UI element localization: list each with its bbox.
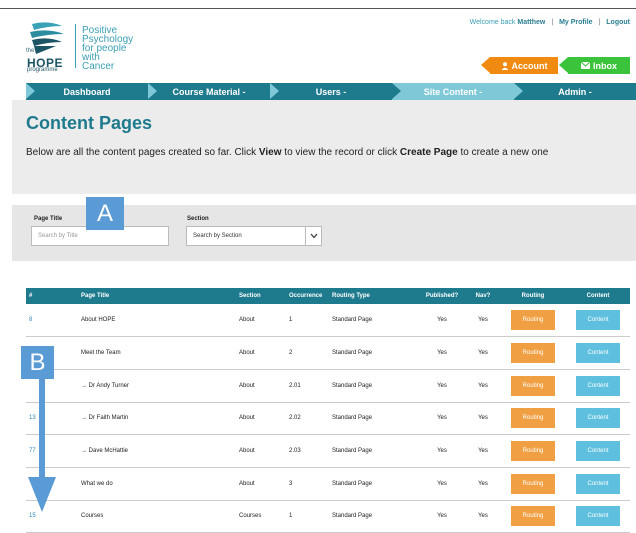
content-button[interactable]: Content [576,375,620,396]
col-header-nav: Nav? [466,288,500,304]
page-title-filter-label: Page Title [34,216,63,222]
envelope-icon [581,62,590,69]
col-header-section: Section [236,288,286,304]
routing-button[interactable]: Routing [511,506,555,527]
nav-dashboard[interactable]: Dashboard [26,83,148,100]
table-row: Meet the Team About 2 Standard Page Yes … [26,336,630,370]
content-button[interactable]: Content [576,506,620,527]
welcome-text: Welcome back [469,19,516,26]
section-filter-label: Section [187,216,209,222]
page-title: Content Pages [26,113,153,133]
welcome-bar: Welcome back Matthew | My Profile | Logo… [469,19,630,26]
routing-button[interactable]: Routing [511,343,555,364]
my-profile-link[interactable]: My Profile [559,19,592,26]
content-button[interactable]: Content [576,343,620,364]
arrow-down-icon [28,379,56,512]
callout-b: B [21,346,54,379]
col-header-routing: Routing [500,288,566,304]
account-button-tab [481,57,490,73]
nav-admin[interactable]: Admin - [514,83,636,100]
routing-button[interactable]: Routing [511,408,555,429]
content-button[interactable]: Content [576,441,620,462]
hope-logo[interactable]: the HOPE programme Positive Psychology f… [26,20,146,73]
content-pages-table: # Page Title Section Occurrence Routing … [26,288,630,533]
table-row: → Dr Andy Turner About 2.01 Standard Pag… [26,369,630,403]
routing-button[interactable]: Routing [511,441,555,462]
routing-button[interactable]: Routing [511,375,555,396]
section-select[interactable]: Search by Section [186,226,322,246]
table-row: What we do About 3 Standard Page Yes Yes… [26,467,630,501]
table-row: 15 Courses Courses 1 Standard Page Yes Y… [26,500,630,533]
callout-a: A [86,197,124,230]
col-header-occurrence: Occurrence [286,288,329,304]
logout-link[interactable]: Logout [606,19,630,26]
chevron-down-icon [305,227,321,245]
main-nav: Dashboard Course Material - Users - Site… [26,83,636,100]
logo-divider [75,24,76,68]
content-button[interactable]: Content [576,473,620,494]
col-header-content: Content [566,288,630,304]
page-description: Below are all the content pages created … [26,147,549,158]
account-button[interactable]: Account [490,57,558,74]
user-icon [501,61,508,70]
routing-button[interactable]: Routing [511,310,555,331]
top-rule [0,8,636,9]
nav-course-material[interactable]: Course Material - [148,83,270,100]
table-row: 8 About HOPE About 1 Standard Page Yes Y… [26,304,630,338]
col-header-published: Published? [418,288,466,304]
nav-site-content[interactable]: Site Content - [392,83,514,100]
table-row: 77 → Dave McHattie About 2.03 Standard P… [26,434,630,468]
table-header-row: # Page Title Section Occurrence Routing … [26,288,630,304]
routing-button[interactable]: Routing [511,473,555,494]
row-id-link[interactable]: 8 [26,304,78,338]
col-header-page-title: Page Title [78,288,236,304]
inbox-button[interactable]: Inbox [568,57,630,74]
logo-the: the [26,48,35,54]
col-header-routing-type: Routing Type [329,288,418,304]
logo-programme: programme [27,67,58,73]
welcome-user: Matthew [517,19,546,26]
col-header-id: # [26,288,78,304]
logo-text: Positive Psychology for people with Canc… [82,25,134,72]
create-page-keyword: Create Page [399,147,458,158]
inbox-button-tab [559,57,568,73]
nav-users[interactable]: Users - [270,83,392,100]
content-button[interactable]: Content [576,408,620,429]
view-keyword: View [258,147,282,158]
table-row: 13 → Dr Faith Martin About 2.02 Standard… [26,402,630,436]
content-button[interactable]: Content [576,310,620,331]
